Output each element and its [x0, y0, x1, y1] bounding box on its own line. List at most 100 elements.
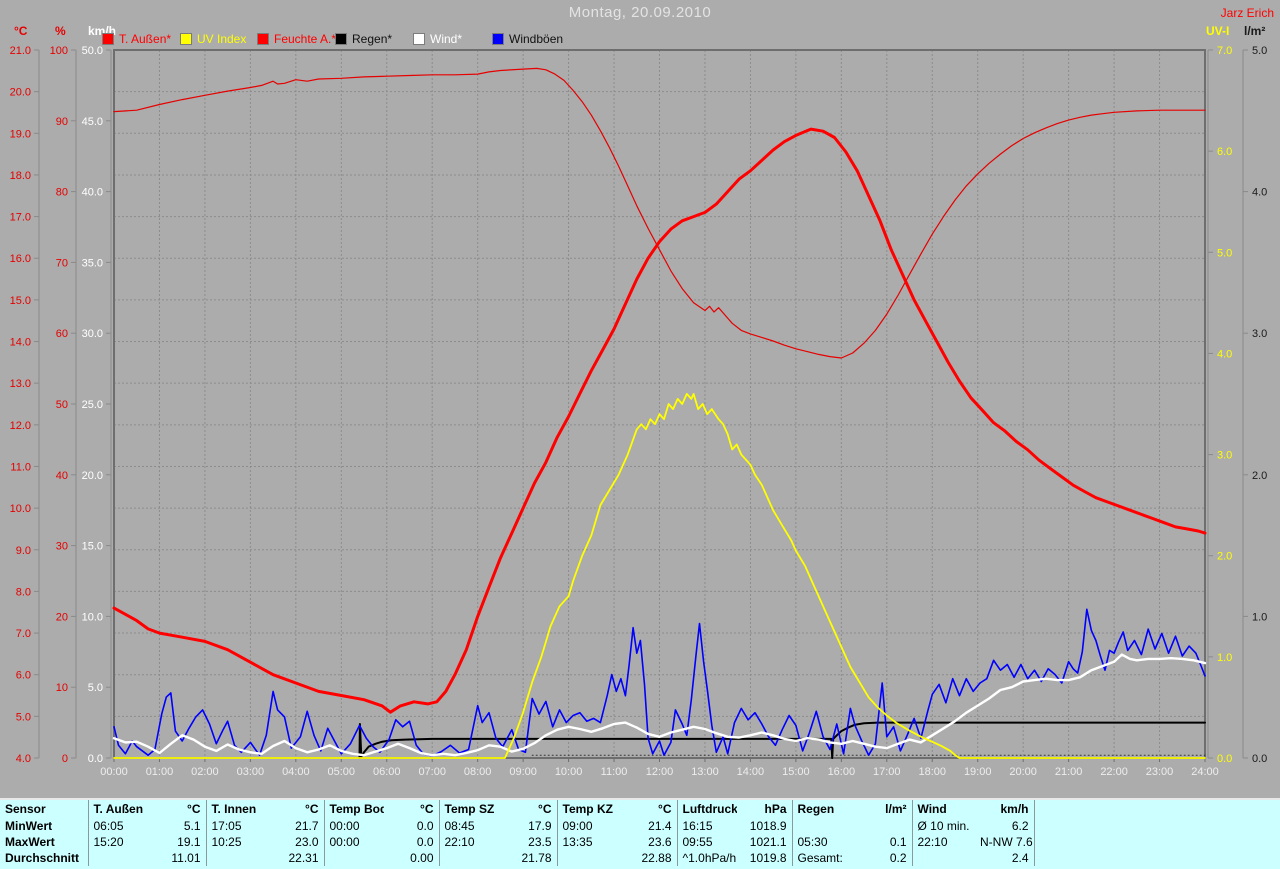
stat-value: 0.2: [854, 850, 913, 866]
axis-tick-label: 7.0: [1217, 45, 1232, 57]
stat-value: 0.00: [384, 850, 440, 866]
axis-tick-label: 90: [56, 116, 68, 128]
axis-tick-label: 0.0: [88, 753, 103, 765]
axis-tick-label: 20.0: [10, 87, 31, 99]
stat-value: 17.9: [500, 818, 558, 834]
time-tick-label: 14:00: [737, 766, 765, 778]
sensor-unit: °C: [619, 800, 678, 818]
axis-tick-label: 100: [50, 45, 68, 57]
stat-value: 19.1: [149, 834, 207, 850]
stat-time: 09:00: [562, 819, 593, 833]
sensor-unit: hPa: [737, 800, 793, 818]
stat-value: 5.1: [149, 818, 207, 834]
stat-time: [206, 850, 267, 866]
stat-time: [439, 850, 500, 866]
time-tick-label: 05:00: [328, 766, 356, 778]
axis-tick-label: 3.0: [1252, 328, 1267, 340]
stat-value: 23.0: [267, 834, 325, 850]
value-axes: 21.0 20.0 19.0 18.0 17.0 16.0 15.0 14.0 13.0 12.0…: [10, 45, 1268, 765]
axis-tick-label: 13.0: [10, 378, 31, 390]
stat-time: 05:30: [797, 835, 828, 849]
axis-tick-label: 3.0: [1217, 450, 1232, 462]
axis-tick-label: 10.0: [10, 503, 31, 515]
axis-tick-label: 4.0: [1217, 348, 1232, 360]
time-tick-label: 24:00: [1191, 766, 1219, 778]
axis-tick-label: 12.0: [10, 420, 31, 432]
sensor-name: T. Außen: [93, 802, 144, 816]
stats-table-container: SensorT. Außen°CT. Innen°CTemp Boden°CTe…: [0, 798, 1280, 869]
stat-value: 23.6: [619, 834, 678, 850]
weather-app-window: Montag, 20.09.2010 Jarz Erich °C% km/h UV-…: [0, 0, 1280, 869]
axis-tick-label: 35.0: [82, 257, 103, 269]
axis-tick-label: 19.0: [10, 128, 31, 140]
stat-time: Gesamt:: [797, 851, 843, 865]
stat-value: 2.4: [975, 850, 1035, 866]
time-tick-label: 04:00: [282, 766, 310, 778]
sensor-name: Wind: [917, 802, 947, 816]
sensor-name: Luftdruck: [682, 802, 738, 816]
time-tick-label: 17:00: [873, 766, 901, 778]
axis-tick-label: 1.0: [1217, 652, 1232, 664]
stat-value: 22.88: [619, 850, 678, 866]
stat-value: [854, 818, 913, 834]
axis-tick-label: 5.0: [1217, 247, 1232, 259]
table-filler: [1034, 834, 1280, 850]
time-tick-label: 23:00: [1146, 766, 1174, 778]
table-row: MinWert 06:05 5.1 17:05 21.7 00:00 0.0 08:45 17.…: [0, 818, 1280, 834]
axis-tick-label: 16.0: [10, 253, 31, 265]
axis-tick-label: 40: [56, 470, 68, 482]
time-tick-label: 06:00: [373, 766, 401, 778]
table-filler: [1034, 800, 1280, 818]
axis-tick-label: 60: [56, 328, 68, 340]
row-label: Sensor: [0, 800, 89, 818]
axis-tick-label: 6.0: [1217, 146, 1232, 158]
stat-value: 1019.8: [737, 850, 793, 866]
time-tick-label: 01:00: [146, 766, 174, 778]
axis-tick-label: 7.0: [16, 628, 31, 640]
axis-tick-label: 70: [56, 257, 68, 269]
row-label: Durchschnitt: [0, 850, 89, 866]
stat-time: 13:35: [562, 835, 593, 849]
row-label: MaxWert: [0, 834, 89, 850]
stat-time: [792, 818, 854, 834]
axis-tick-label: 11.0: [10, 461, 31, 473]
axis-tick-label: 17.0: [10, 212, 31, 224]
stat-time: ^1.0hPa/h: [682, 851, 737, 865]
axis-tick-label: 21.0: [10, 45, 31, 57]
time-tick-label: 13:00: [691, 766, 719, 778]
axis-tick-label: 0.0: [1217, 753, 1232, 765]
axis-tick-label: 1.0: [1252, 611, 1267, 623]
axis-tick-label: 2.0: [1217, 551, 1232, 563]
stat-time: Ø 10 min.: [917, 819, 970, 833]
sensor-name: Temp SZ: [444, 802, 495, 816]
axis-tick-label: 50.0: [82, 45, 103, 57]
time-tick-label: 10:00: [555, 766, 583, 778]
stat-time: 15:20: [93, 835, 124, 849]
axis-tick-label: 0: [62, 753, 68, 765]
stat-time: 16:15: [682, 819, 713, 833]
sensor-unit: km/h: [975, 800, 1035, 818]
axis-tick-label: 14.0: [10, 337, 31, 349]
sensor-unit: °C: [500, 800, 558, 818]
axis-tick-label: 5.0: [16, 711, 31, 723]
sensor-name: Temp KZ: [562, 802, 613, 816]
stat-time: [88, 850, 149, 866]
time-axis: 00:00 01:00 02:00 03:00 04:00 05:00 06:00 07:00…: [100, 758, 1219, 778]
time-tick-label: 16:00: [828, 766, 856, 778]
time-tick-label: 02:00: [191, 766, 219, 778]
time-tick-label: 22:00: [1100, 766, 1128, 778]
axis-tick-label: 18.0: [10, 170, 31, 182]
axis-tick-label: 50: [56, 399, 68, 411]
sensor-unit: °C: [149, 800, 207, 818]
time-tick-label: 20:00: [1009, 766, 1037, 778]
time-tick-label: 18:00: [918, 766, 946, 778]
axis-tick-label: 30: [56, 541, 68, 553]
stat-value: 21.4: [619, 818, 678, 834]
stat-time: 22:10: [917, 835, 948, 849]
stat-value: 21.78: [500, 850, 558, 866]
stat-value: 1018.9: [737, 818, 793, 834]
axis-tick-label: 4.0: [1252, 187, 1267, 199]
axis-tick-label: 10: [56, 682, 68, 694]
stat-value: 11.01: [149, 850, 207, 866]
time-tick-label: 07:00: [418, 766, 446, 778]
